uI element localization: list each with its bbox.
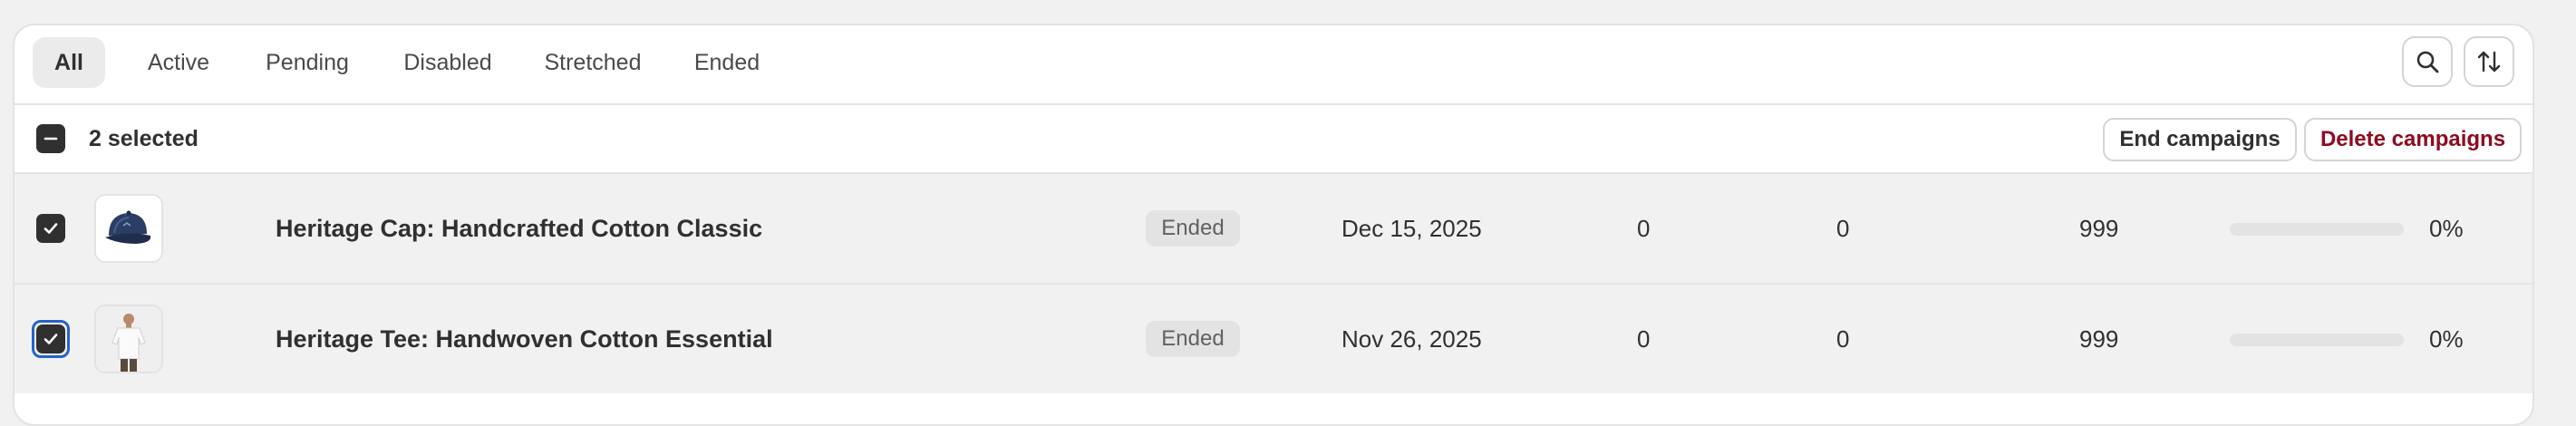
metric-value: 999	[2079, 215, 2119, 242]
progress-percent: 0%	[2429, 215, 2464, 242]
progress-bar	[2230, 334, 2404, 346]
end-date: Nov 26, 2025	[1341, 325, 1482, 353]
delete-campaigns-button[interactable]: Delete campaigns	[2304, 118, 2522, 161]
metric-value: 0	[1637, 215, 1651, 242]
progress-percent: 0%	[2429, 325, 2464, 353]
tab-disabled[interactable]: Disabled	[386, 37, 509, 88]
metric-value: 999	[2079, 325, 2119, 353]
table-row[interactable]: Heritage Cap: Handcrafted Cotton Classic…	[15, 174, 2532, 283]
checkmark-icon	[44, 334, 58, 344]
campaign-title[interactable]: Heritage Tee: Handwoven Cotton Essential	[276, 285, 773, 393]
campaigns-table-card: All Active Pending Disabled Stretched En…	[13, 24, 2534, 426]
end-campaigns-button[interactable]: End campaigns	[2103, 118, 2297, 161]
select-all-checkbox[interactable]	[36, 124, 65, 153]
filter-tabs: All Active Pending Disabled Stretched En…	[15, 25, 2532, 103]
tab-pending[interactable]: Pending	[247, 37, 368, 88]
search-button[interactable]	[2402, 36, 2453, 87]
row-checkbox[interactable]	[36, 214, 65, 243]
metric-value: 0	[1836, 325, 1850, 353]
checkmark-icon	[44, 223, 58, 234]
tab-stretched[interactable]: Stretched	[528, 37, 658, 88]
sort-button[interactable]	[2464, 36, 2514, 87]
tab-active[interactable]: Active	[129, 37, 228, 88]
status-badge: Ended	[1146, 210, 1240, 247]
cap-image	[96, 196, 161, 261]
selected-count: 2 selected	[89, 126, 199, 151]
tee-image	[96, 306, 161, 372]
progress-bar	[2230, 223, 2404, 236]
product-thumbnail[interactable]	[94, 305, 163, 373]
metric-value: 0	[1836, 215, 1850, 242]
end-date: Dec 15, 2025	[1341, 215, 1482, 242]
bulk-actions-bar: 2 selected End campaigns Delete campaign…	[15, 105, 2532, 172]
tab-ended[interactable]: Ended	[676, 37, 778, 88]
metric-value: 0	[1637, 325, 1651, 353]
table-row[interactable]: Heritage Tee: Handwoven Cotton Essential…	[15, 285, 2532, 393]
row-checkbox[interactable]	[36, 324, 65, 353]
product-thumbnail[interactable]	[94, 194, 163, 263]
minus-icon	[44, 137, 58, 140]
tab-all[interactable]: All	[33, 37, 105, 88]
search-icon	[2416, 51, 2439, 73]
campaign-title[interactable]: Heritage Cap: Handcrafted Cotton Classic	[276, 174, 762, 283]
status-badge: Ended	[1146, 321, 1240, 357]
sort-icon	[2477, 51, 2501, 73]
